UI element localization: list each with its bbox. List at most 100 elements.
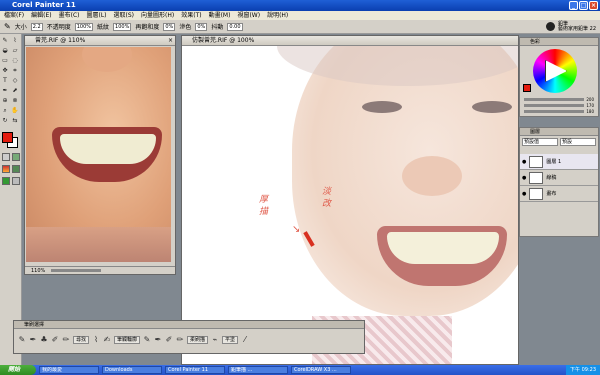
start-button[interactable]: 開始: [0, 365, 36, 375]
grain-field[interactable]: 100%: [113, 22, 132, 31]
layer-row[interactable]: ● 畫布: [520, 186, 598, 202]
menu-item-4[interactable]: 選取(S): [114, 11, 135, 20]
menu-item-3[interactable]: 圖層(L): [87, 11, 107, 20]
maximize-button[interactable]: □: [579, 1, 588, 10]
ink-icon[interactable]: ✐: [165, 335, 173, 345]
resat-label: 再飽和度: [135, 24, 160, 31]
layer-name: 圖層 1: [546, 159, 562, 165]
size-field[interactable]: 2.2: [30, 22, 43, 31]
layer-visibility-icon[interactable]: ●: [522, 159, 526, 165]
pattern-icon[interactable]: [12, 153, 20, 161]
blender-brush-icon[interactable]: ⌇: [92, 335, 100, 345]
magnifier-icon[interactable]: ⌕: [1, 107, 9, 115]
airbrush-icon[interactable]: ♣: [40, 335, 48, 345]
layer-row[interactable]: ● 線稿: [520, 170, 598, 186]
jitter-field[interactable]: 0.00: [227, 22, 243, 31]
brush-tool-icon[interactable]: ✎: [4, 22, 11, 31]
find-brush-button[interactable]: 尋找: [73, 336, 90, 344]
hue-value[interactable]: 200: [586, 97, 594, 102]
mirror-icon[interactable]: ⇆: [11, 117, 19, 125]
flat-brush-button[interactable]: 平塗: [222, 336, 239, 344]
taskbar-item[interactable]: Downloads: [102, 366, 162, 374]
current-color-swatch[interactable]: [523, 84, 531, 92]
resat-field[interactable]: 0%: [163, 22, 176, 31]
soft-brush-button[interactable]: 柔刷描: [187, 336, 209, 344]
taskbar-item[interactable]: CorelDRAW X3 ...: [291, 366, 351, 374]
hue-slider[interactable]: [524, 97, 585, 101]
opacity-field[interactable]: 100%: [74, 22, 94, 31]
menu-item-6[interactable]: 效果(T): [181, 11, 201, 20]
opacity-label: 不透明度: [46, 24, 71, 31]
lasso-icon[interactable]: ◌: [11, 57, 19, 65]
stroke-outline-button[interactable]: 筆觸輪廓: [114, 336, 141, 344]
primary-color-swatch[interactable]: [2, 132, 13, 143]
chalk-brush-icon[interactable]: ✐: [51, 335, 59, 345]
shape-select-icon[interactable]: ⬈: [11, 87, 19, 95]
blend-mode-select[interactable]: 預設值: [522, 138, 558, 146]
crop-icon[interactable]: ⌗: [11, 67, 19, 75]
rubber-stamp-icon[interactable]: ⊗: [11, 97, 19, 105]
minimize-button[interactable]: _: [569, 1, 578, 10]
menu-item-7[interactable]: 動畫(M): [209, 11, 231, 20]
smudge-icon[interactable]: ⌁: [211, 335, 219, 345]
pen-icon[interactable]: ✒: [1, 87, 9, 95]
menu-item-1[interactable]: 編輯(E): [31, 11, 51, 20]
saturation-slider[interactable]: [524, 103, 585, 107]
menu-item-5[interactable]: 向量圖形(H): [141, 11, 174, 20]
bleed-field[interactable]: 0%: [195, 22, 208, 31]
layer-thumbnail: [529, 171, 544, 184]
dropper-tool-icon[interactable]: ⌇: [11, 37, 19, 45]
rect-select-icon[interactable]: ▭: [1, 57, 9, 65]
clone-canvas[interactable]: 厚描 淡改 ↘: [182, 46, 518, 364]
layer-visibility-icon[interactable]: ●: [522, 191, 526, 197]
rotate-icon[interactable]: ↻: [1, 117, 9, 125]
marker-brush-icon[interactable]: ✏: [62, 335, 70, 345]
shape-icon[interactable]: ◇: [11, 77, 19, 85]
value-value[interactable]: 180: [586, 109, 594, 114]
layer-visibility-icon[interactable]: ●: [522, 175, 526, 181]
paint-bucket-icon[interactable]: ◒: [1, 47, 9, 55]
color-panel: 色彩 200 170 180: [519, 37, 599, 117]
menu-item-0[interactable]: 檔案(F): [4, 11, 24, 20]
move-icon[interactable]: ✥: [1, 67, 9, 75]
paper-icon[interactable]: [2, 153, 10, 161]
brush-dot-icon[interactable]: [546, 22, 556, 31]
oil-brush-icon[interactable]: ✍: [103, 335, 111, 345]
menu-item-8[interactable]: 視窗(W): [237, 11, 260, 20]
layer-row[interactable]: ● 圖層 1: [520, 154, 598, 170]
pencil-brush-icon[interactable]: ✎: [18, 335, 26, 345]
eraser-icon[interactable]: ▱: [11, 47, 19, 55]
nozzle-icon[interactable]: [2, 177, 10, 185]
zoom-level[interactable]: 110%: [31, 268, 45, 274]
taskbar-item[interactable]: Corel Painter 11: [165, 366, 225, 374]
close-button[interactable]: ×: [589, 1, 598, 10]
size-label: 大小: [14, 24, 27, 31]
weave-icon[interactable]: [12, 165, 20, 173]
text-tool-icon[interactable]: T: [1, 77, 9, 85]
clone-icon[interactable]: ⊕: [1, 97, 9, 105]
menu-item-2[interactable]: 畫布(C): [59, 11, 80, 20]
brush-tool-icon[interactable]: ✎: [1, 37, 9, 45]
window-close-icon[interactable]: ×: [168, 36, 173, 46]
menu-item-9[interactable]: 說明(H): [267, 11, 288, 20]
saturation-value[interactable]: 170: [586, 103, 594, 108]
taskbar-item[interactable]: 我的最愛: [39, 366, 99, 374]
composite-select[interactable]: 預設: [560, 138, 596, 146]
teeth-sketch: [387, 232, 499, 264]
value-slider[interactable]: [524, 109, 585, 113]
color-panel-header: 色彩: [520, 38, 598, 46]
brush-variant[interactable]: 藝術家用鉛筆 22: [558, 26, 596, 32]
zoom-slider[interactable]: [50, 269, 101, 272]
eye-left: [362, 101, 402, 113]
grabber-icon[interactable]: ✋: [11, 107, 19, 115]
pen-brush-icon[interactable]: ✒: [29, 335, 37, 345]
taskbar-item[interactable]: 鉛筆描 ...: [228, 366, 288, 374]
brush-selector-bar: 筆刷選擇 ✎ ✒ ♣ ✐ ✏ 尋找 ⌇ ✍ 筆觸輪廓 ✎ ✒ ✐ ✏ 柔刷描 ⌁…: [13, 320, 365, 354]
look-icon[interactable]: [12, 177, 20, 185]
gradient-icon[interactable]: [2, 165, 10, 173]
palette-knife-icon[interactable]: ⁄: [241, 335, 249, 345]
pastel-icon[interactable]: ✏: [176, 335, 184, 345]
watercolor-icon[interactable]: ✒: [154, 335, 162, 345]
crayon-icon[interactable]: ✎: [143, 335, 151, 345]
property-bar: ✎ 大小 2.2 不透明度 100% 紙紋 100% 再飽和度 0% 滲色 0%…: [0, 20, 600, 34]
